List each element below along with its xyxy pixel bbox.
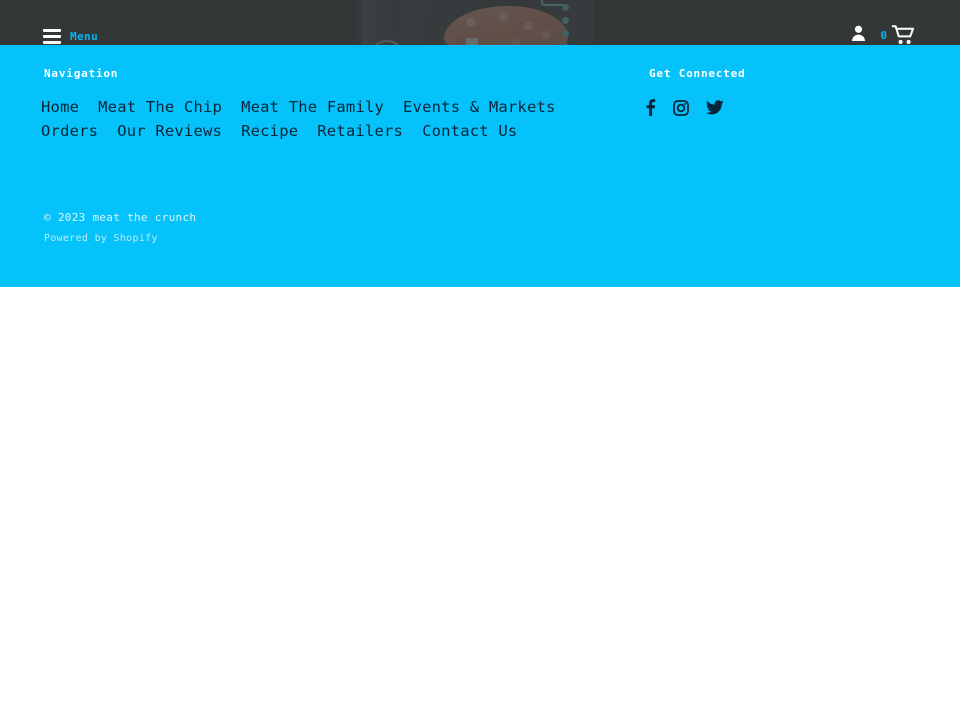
header-actions: 0	[851, 25, 916, 45]
social-link-twitter[interactable]	[706, 100, 724, 115]
hamburger-menu-icon[interactable]	[43, 29, 61, 44]
site-header: Menu 0	[0, 0, 960, 45]
footer-link-contact-us[interactable]: Contact Us	[422, 122, 517, 140]
footer-navigation-list: Home Meat The Chip Meat The Family Event…	[41, 98, 621, 140]
shopify-link[interactable]: Shopify	[114, 233, 158, 244]
powered-by-prefix: Powered by	[44, 233, 114, 244]
hamburger-bar	[43, 29, 61, 32]
footer-link-home[interactable]: Home	[41, 98, 79, 116]
footer-navigation-heading: Navigation	[44, 67, 119, 80]
header-inner: Menu 0	[0, 0, 960, 45]
page-root: Menu 0 Navigation Get Connected Home Mea…	[0, 0, 960, 720]
instagram-icon	[673, 99, 689, 116]
menu-toggle-label: Menu	[70, 30, 99, 43]
footer-link-orders[interactable]: Orders	[41, 122, 98, 140]
footer-columns: Navigation Get Connected Home Meat The C…	[0, 45, 960, 244]
footer-link-retailers[interactable]: Retailers	[317, 122, 403, 140]
footer-link-meat-the-chip[interactable]: Meat The Chip	[98, 98, 222, 116]
footer-social-list	[645, 99, 724, 116]
page-body-blank	[0, 287, 960, 720]
cart-button[interactable]: 0	[880, 25, 916, 45]
person-icon	[852, 25, 866, 41]
footer-link-recipe[interactable]: Recipe	[241, 122, 298, 140]
cart-count-badge: 0	[880, 28, 887, 42]
twitter-icon	[706, 100, 724, 115]
footer-legal: © 2023 meat the crunch Powered by Shopif…	[44, 208, 196, 249]
hamburger-bar	[43, 41, 61, 44]
powered-by-text: Powered by Shopify	[44, 229, 196, 249]
footer-link-our-reviews[interactable]: Our Reviews	[117, 122, 222, 140]
social-link-facebook[interactable]	[645, 99, 656, 116]
facebook-icon	[646, 99, 656, 116]
shopping-cart-icon	[892, 25, 915, 45]
hamburger-bar	[43, 35, 61, 38]
social-link-instagram[interactable]	[673, 99, 689, 116]
footer-link-events-markets[interactable]: Events & Markets	[403, 98, 556, 116]
copyright-text: © 2023 meat the crunch	[44, 211, 197, 224]
footer-social-heading: Get Connected	[649, 67, 746, 80]
account-button[interactable]	[851, 25, 866, 45]
site-footer: Navigation Get Connected Home Meat The C…	[0, 45, 960, 287]
footer-link-meat-the-family[interactable]: Meat The Family	[241, 98, 384, 116]
menu-toggle-button[interactable]: Menu	[43, 29, 98, 44]
